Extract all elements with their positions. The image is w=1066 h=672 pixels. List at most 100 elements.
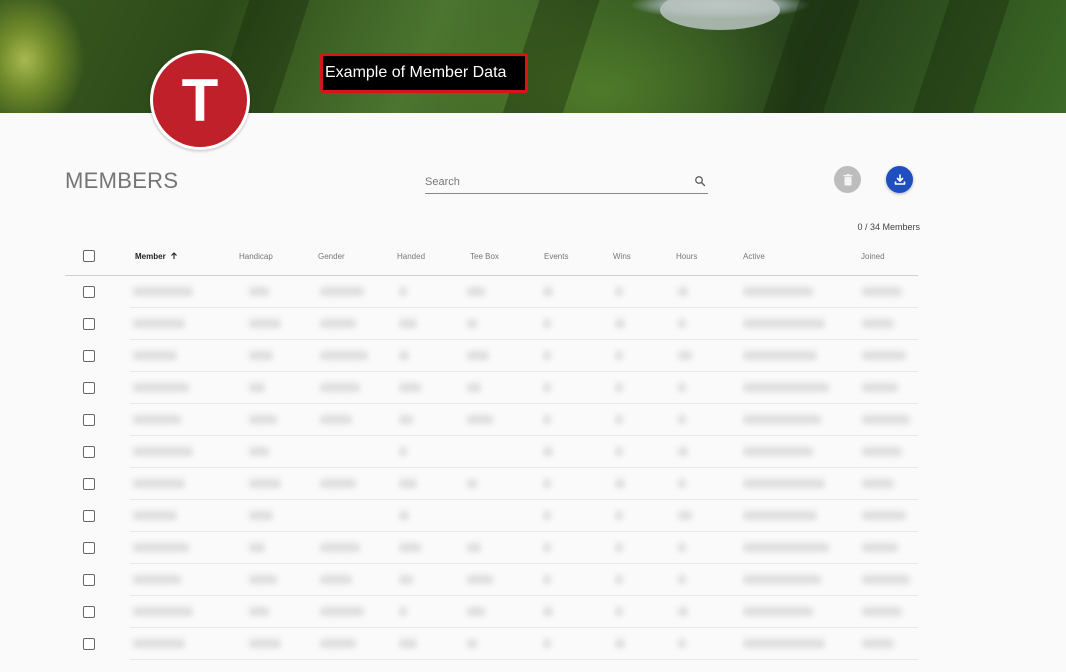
download-button[interactable] bbox=[886, 166, 913, 193]
redacted-cell bbox=[249, 287, 269, 296]
redacted-cell bbox=[399, 415, 413, 424]
table-row[interactable] bbox=[65, 372, 918, 404]
redacted-cell bbox=[862, 319, 894, 328]
select-all-checkbox[interactable] bbox=[83, 250, 95, 262]
redacted-cell bbox=[133, 479, 185, 488]
row-checkbox[interactable] bbox=[83, 510, 95, 522]
table-row[interactable] bbox=[65, 500, 918, 532]
redacted-cell bbox=[133, 287, 193, 296]
redacted-cell bbox=[133, 511, 177, 520]
redacted-cell bbox=[133, 415, 181, 424]
redacted-cell bbox=[467, 319, 477, 328]
redacted-cell bbox=[615, 383, 623, 392]
redacted-cell bbox=[320, 351, 368, 360]
redacted-cell bbox=[399, 287, 407, 296]
redacted-cell bbox=[133, 447, 193, 456]
redacted-cell bbox=[467, 543, 481, 552]
row-checkbox[interactable] bbox=[83, 350, 95, 362]
column-header[interactable]: Hours bbox=[676, 252, 697, 261]
redacted-cell bbox=[615, 607, 623, 616]
redacted-cell bbox=[399, 479, 417, 488]
redacted-cell bbox=[543, 479, 551, 488]
column-header[interactable]: Handicap bbox=[239, 252, 273, 261]
redacted-cell bbox=[615, 543, 623, 552]
search-icon[interactable] bbox=[694, 175, 706, 187]
row-checkbox[interactable] bbox=[83, 574, 95, 586]
redacted-cell bbox=[678, 351, 692, 360]
redacted-cell bbox=[399, 607, 407, 616]
redacted-cell bbox=[615, 511, 623, 520]
redacted-cell bbox=[467, 575, 493, 584]
redacted-cell bbox=[399, 383, 421, 392]
row-checkbox[interactable] bbox=[83, 638, 95, 650]
redacted-cell bbox=[615, 479, 625, 488]
row-checkbox[interactable] bbox=[83, 318, 95, 330]
column-header[interactable]: Handed bbox=[397, 252, 425, 261]
redacted-cell bbox=[249, 543, 265, 552]
search-field[interactable] bbox=[425, 172, 708, 194]
redacted-cell bbox=[743, 447, 813, 456]
redacted-cell bbox=[249, 415, 277, 424]
column-header[interactable]: Gender bbox=[318, 252, 345, 261]
redacted-cell bbox=[862, 639, 894, 648]
column-header[interactable]: Events bbox=[544, 252, 568, 261]
table-row[interactable] bbox=[65, 628, 918, 660]
arrow-up-icon bbox=[171, 252, 177, 259]
redacted-cell bbox=[467, 415, 493, 424]
column-header[interactable]: Active bbox=[743, 252, 765, 261]
redacted-cell bbox=[320, 639, 356, 648]
search-input[interactable] bbox=[425, 172, 675, 192]
row-checkbox[interactable] bbox=[83, 382, 95, 394]
table-row[interactable] bbox=[65, 532, 918, 564]
table-row[interactable] bbox=[65, 404, 918, 436]
row-checkbox[interactable] bbox=[83, 286, 95, 298]
table-row[interactable] bbox=[65, 308, 918, 340]
redacted-cell bbox=[320, 415, 352, 424]
redacted-cell bbox=[862, 351, 906, 360]
redacted-cell bbox=[862, 415, 910, 424]
redacted-cell bbox=[743, 479, 825, 488]
redacted-cell bbox=[467, 351, 489, 360]
redacted-cell bbox=[133, 639, 185, 648]
row-checkbox[interactable] bbox=[83, 414, 95, 426]
delete-button[interactable] bbox=[834, 166, 861, 193]
redacted-cell bbox=[678, 447, 688, 456]
table-row[interactable] bbox=[65, 468, 918, 500]
column-header[interactable]: Joined bbox=[861, 252, 885, 261]
redacted-cell bbox=[862, 511, 906, 520]
redacted-cell bbox=[743, 383, 829, 392]
row-checkbox[interactable] bbox=[83, 606, 95, 618]
redacted-cell bbox=[133, 543, 189, 552]
redacted-cell bbox=[743, 351, 817, 360]
redacted-cell bbox=[678, 639, 686, 648]
table-row[interactable] bbox=[65, 276, 918, 308]
redacted-cell bbox=[678, 607, 688, 616]
redacted-cell bbox=[543, 351, 551, 360]
redacted-cell bbox=[862, 287, 902, 296]
table-row[interactable] bbox=[65, 596, 918, 628]
redacted-cell bbox=[543, 639, 551, 648]
redacted-cell bbox=[399, 447, 407, 456]
table-row[interactable] bbox=[65, 340, 918, 372]
redacted-cell bbox=[615, 351, 623, 360]
redacted-cell bbox=[615, 575, 623, 584]
redacted-cell bbox=[862, 575, 910, 584]
redacted-cell bbox=[615, 639, 625, 648]
redacted-cell bbox=[678, 287, 688, 296]
redacted-cell bbox=[249, 479, 281, 488]
caption-box: Example of Member Data bbox=[320, 53, 528, 93]
row-checkbox[interactable] bbox=[83, 446, 95, 458]
row-checkbox[interactable] bbox=[83, 542, 95, 554]
column-header[interactable]: Tee Box bbox=[470, 252, 499, 261]
row-checkbox[interactable] bbox=[83, 478, 95, 490]
table-row[interactable] bbox=[65, 436, 918, 468]
redacted-cell bbox=[862, 383, 898, 392]
redacted-cell bbox=[320, 479, 356, 488]
redacted-cell bbox=[249, 607, 269, 616]
redacted-cell bbox=[133, 383, 189, 392]
column-header[interactable]: Wins bbox=[613, 252, 631, 261]
redacted-cell bbox=[678, 479, 686, 488]
table-row[interactable] bbox=[65, 564, 918, 596]
redacted-cell bbox=[743, 575, 821, 584]
column-header[interactable]: Member bbox=[135, 252, 178, 261]
